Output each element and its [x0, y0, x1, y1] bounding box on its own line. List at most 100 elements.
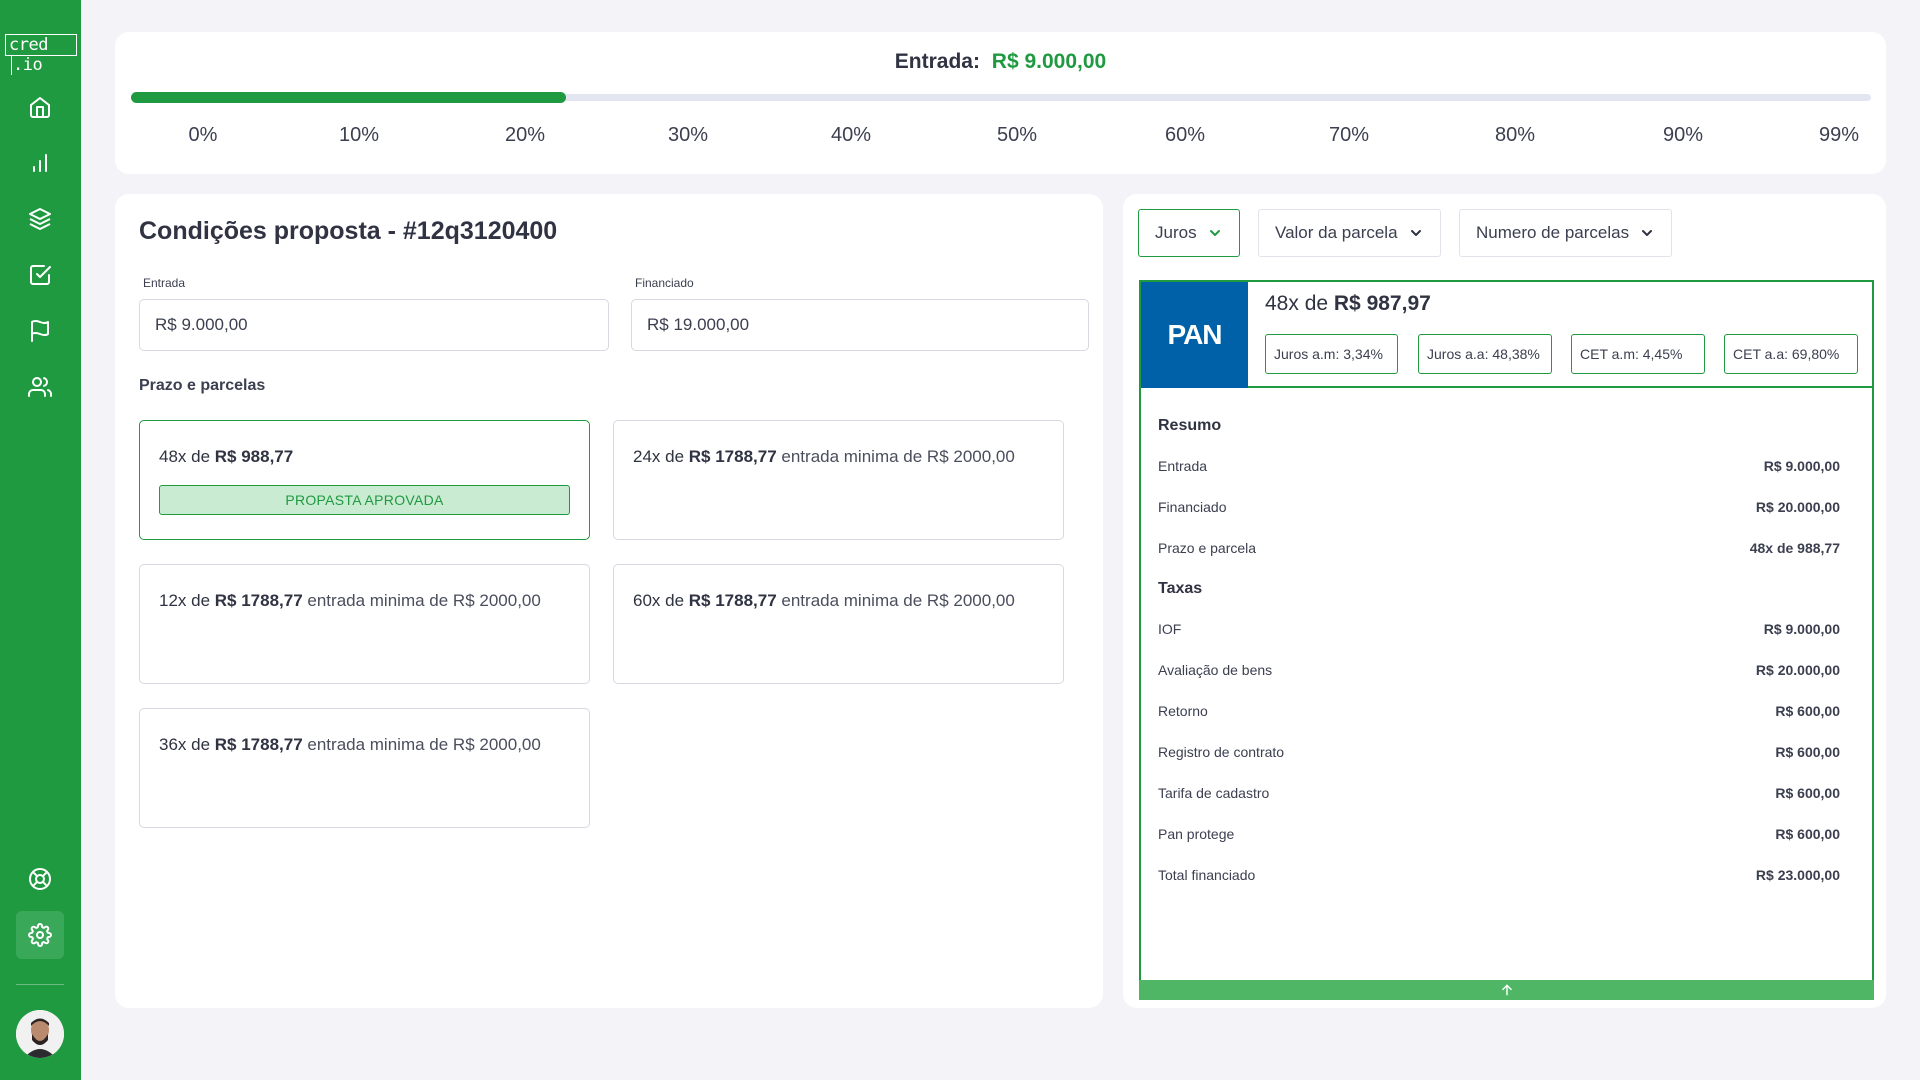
- offer-title-amount: R$ 987,97: [1333, 292, 1431, 315]
- approved-badge: PROPASTA APROVADA: [159, 485, 570, 515]
- offer-title: 48x de R$ 987,97: [1265, 292, 1431, 316]
- summary-value: R$ 9.000,00: [1763, 621, 1840, 637]
- filter-label: Numero de parcelas: [1476, 223, 1630, 242]
- entrada-slider-label: Entrada:: [894, 50, 980, 73]
- filter-label: Valor da parcela: [1275, 223, 1398, 242]
- filter-juros[interactable]: Juros: [1138, 209, 1240, 257]
- summary-row: Tarifa de cadastro R$ 600,00: [1158, 773, 1840, 814]
- summary-value: R$ 20.000,00: [1755, 662, 1840, 678]
- bar-chart-icon[interactable]: [22, 145, 58, 181]
- summary-label: Entrada: [1158, 458, 1208, 474]
- summary-label: Total financiado: [1158, 867, 1256, 883]
- summary-row: Total financiado R$ 23.000,00: [1158, 855, 1840, 896]
- slider-tick-label[interactable]: 80%: [1495, 124, 1535, 147]
- filter-valor-parcela[interactable]: Valor da parcela: [1258, 209, 1441, 257]
- summary-label: Prazo e parcela: [1158, 540, 1257, 556]
- installment-option-24x[interactable]: 24x de R$ 1788,77 entrada minima de R$ 2…: [613, 420, 1064, 540]
- option-amount: R$ 1788,77: [688, 591, 777, 610]
- offer-title-prefix: 48x de: [1265, 292, 1334, 315]
- pan-bank-logo: PAN: [1141, 282, 1248, 388]
- option-min-entrada: entrada minima de R$ 2000,00: [302, 735, 541, 754]
- bank-offer-card[interactable]: PAN 48x de R$ 987,97 Juros a.m: 3,34% Ju…: [1139, 280, 1874, 1000]
- sidebar: cred.io: [0, 0, 81, 1080]
- installment-option-48x[interactable]: 48x de R$ 988,77 PROPASTA APROVADA: [139, 420, 590, 540]
- entrada-slider-card: Entrada: R$ 9.000,00 0% 10% 20% 30% 40% 50% 60…: [115, 32, 1886, 174]
- option-prefix: 60x de: [633, 591, 689, 610]
- entrada-field-label: Entrada: [143, 276, 186, 290]
- slider-tick-label[interactable]: 30%: [668, 124, 708, 147]
- summary-row: Pan protege R$ 600,00: [1158, 814, 1840, 855]
- collapse-offer-button[interactable]: [1139, 980, 1874, 1000]
- settings-button[interactable]: [16, 911, 64, 959]
- arrow-up-icon: [1501, 984, 1512, 996]
- slider-tick-label[interactable]: 70%: [1329, 124, 1369, 147]
- flag-icon[interactable]: [22, 313, 58, 349]
- resumo-heading: Resumo: [1158, 417, 1222, 434]
- avatar[interactable]: [16, 1010, 64, 1058]
- summary-value: R$ 600,00: [1775, 703, 1840, 719]
- chevron-down-icon: [1209, 230, 1220, 236]
- installment-option-12x[interactable]: 12x de R$ 1788,77 entrada minima de R$ 2…: [139, 564, 590, 684]
- summary-value: R$ 20.000,00: [1755, 499, 1840, 515]
- option-min-entrada: entrada minima de R$ 2000,00: [302, 591, 541, 610]
- brand-logo[interactable]: cred.io: [5, 34, 77, 75]
- proposal-card: Condições proposta - #12q3120400 Entrada…: [115, 194, 1103, 1008]
- prazo-section-label: Prazo e parcelas: [139, 377, 266, 394]
- summary-row: Retorno R$ 600,00: [1158, 691, 1840, 732]
- chevron-down-icon: [1410, 230, 1421, 236]
- gear-icon: [28, 923, 52, 947]
- home-icon[interactable]: [22, 89, 58, 125]
- summary-label: Pan protege: [1158, 826, 1235, 842]
- filter-label: Juros: [1155, 223, 1197, 242]
- summary-value: R$ 23.000,00: [1755, 867, 1840, 883]
- summary-row: IOF R$ 9.000,00: [1158, 609, 1840, 650]
- taxas-heading: Taxas: [1158, 580, 1203, 597]
- summary-value: R$ 600,00: [1775, 744, 1840, 760]
- summary-value: R$ 9.000,00: [1763, 458, 1840, 474]
- option-min-entrada: entrada minima de R$ 2000,00: [776, 447, 1015, 466]
- chevron-down-icon: [1642, 230, 1653, 236]
- chip-cet-am: CET a.m: 4,45%: [1571, 334, 1705, 374]
- financiado-field[interactable]: R$ 19.000,00: [631, 299, 1089, 351]
- chip-juros-aa: Juros a.a: 48,38%: [1418, 334, 1552, 374]
- summary-row: Financiado R$ 20.000,00: [1158, 487, 1840, 528]
- check-square-icon[interactable]: [22, 257, 58, 293]
- users-icon[interactable]: [22, 369, 58, 405]
- sidebar-divider: [16, 984, 64, 985]
- entrada-field[interactable]: R$ 9.000,00: [139, 299, 609, 351]
- slider-tick-label[interactable]: 20%: [505, 124, 545, 147]
- financiado-field-label: Financiado: [635, 276, 694, 290]
- entrada-slider-fill[interactable]: [131, 92, 566, 103]
- layers-icon[interactable]: [22, 201, 58, 237]
- summary-row: Registro de contrato R$ 600,00: [1158, 732, 1840, 773]
- slider-tick-label[interactable]: 10%: [339, 124, 379, 147]
- option-prefix: 36x de: [159, 735, 215, 754]
- entrada-slider-title: Entrada: R$ 9.000,00: [115, 50, 1886, 74]
- summary-label: Avaliação de bens: [1158, 662, 1273, 678]
- installment-option-36x[interactable]: 36x de R$ 1788,77 entrada minima de R$ 2…: [139, 708, 590, 828]
- option-prefix: 12x de: [159, 591, 215, 610]
- option-prefix: 48x de: [159, 447, 215, 466]
- slider-tick-label[interactable]: 60%: [1165, 124, 1205, 147]
- entrada-slider-value: R$ 9.000,00: [991, 50, 1107, 73]
- summary-row: Avaliação de bens R$ 20.000,00: [1158, 650, 1840, 691]
- entrada-slider-track[interactable]: [131, 92, 1871, 103]
- summary-row: Entrada R$ 9.000,00: [1158, 446, 1840, 487]
- summary-row: Prazo e parcela 48x de 988,77: [1158, 528, 1840, 569]
- lifebuoy-icon[interactable]: [22, 861, 58, 897]
- chip-juros-am: Juros a.m: 3,34%: [1265, 334, 1398, 374]
- option-amount: R$ 1788,77: [688, 447, 777, 466]
- slider-tick-label[interactable]: 90%: [1663, 124, 1703, 147]
- slider-tick-label[interactable]: 50%: [997, 124, 1037, 147]
- filter-numero-parcelas[interactable]: Numero de parcelas: [1459, 209, 1673, 257]
- offer-summary: Resumo Entrada R$ 9.000,00 Financiado R$ 2…: [1158, 406, 1840, 896]
- slider-tick-label[interactable]: 99%: [1819, 124, 1859, 147]
- installment-option-60x[interactable]: 60x de R$ 1788,77 entrada minima de R$ 2…: [613, 564, 1064, 684]
- slider-tick-label[interactable]: 0%: [189, 124, 218, 147]
- summary-label: IOF: [1158, 621, 1182, 637]
- summary-label: Retorno: [1158, 703, 1208, 719]
- summary-value: R$ 600,00: [1775, 785, 1840, 801]
- offer-panel: Juros Valor da parcela Numero de parcela…: [1123, 194, 1886, 1008]
- slider-tick-label[interactable]: 40%: [831, 124, 871, 147]
- summary-value: R$ 600,00: [1775, 826, 1840, 842]
